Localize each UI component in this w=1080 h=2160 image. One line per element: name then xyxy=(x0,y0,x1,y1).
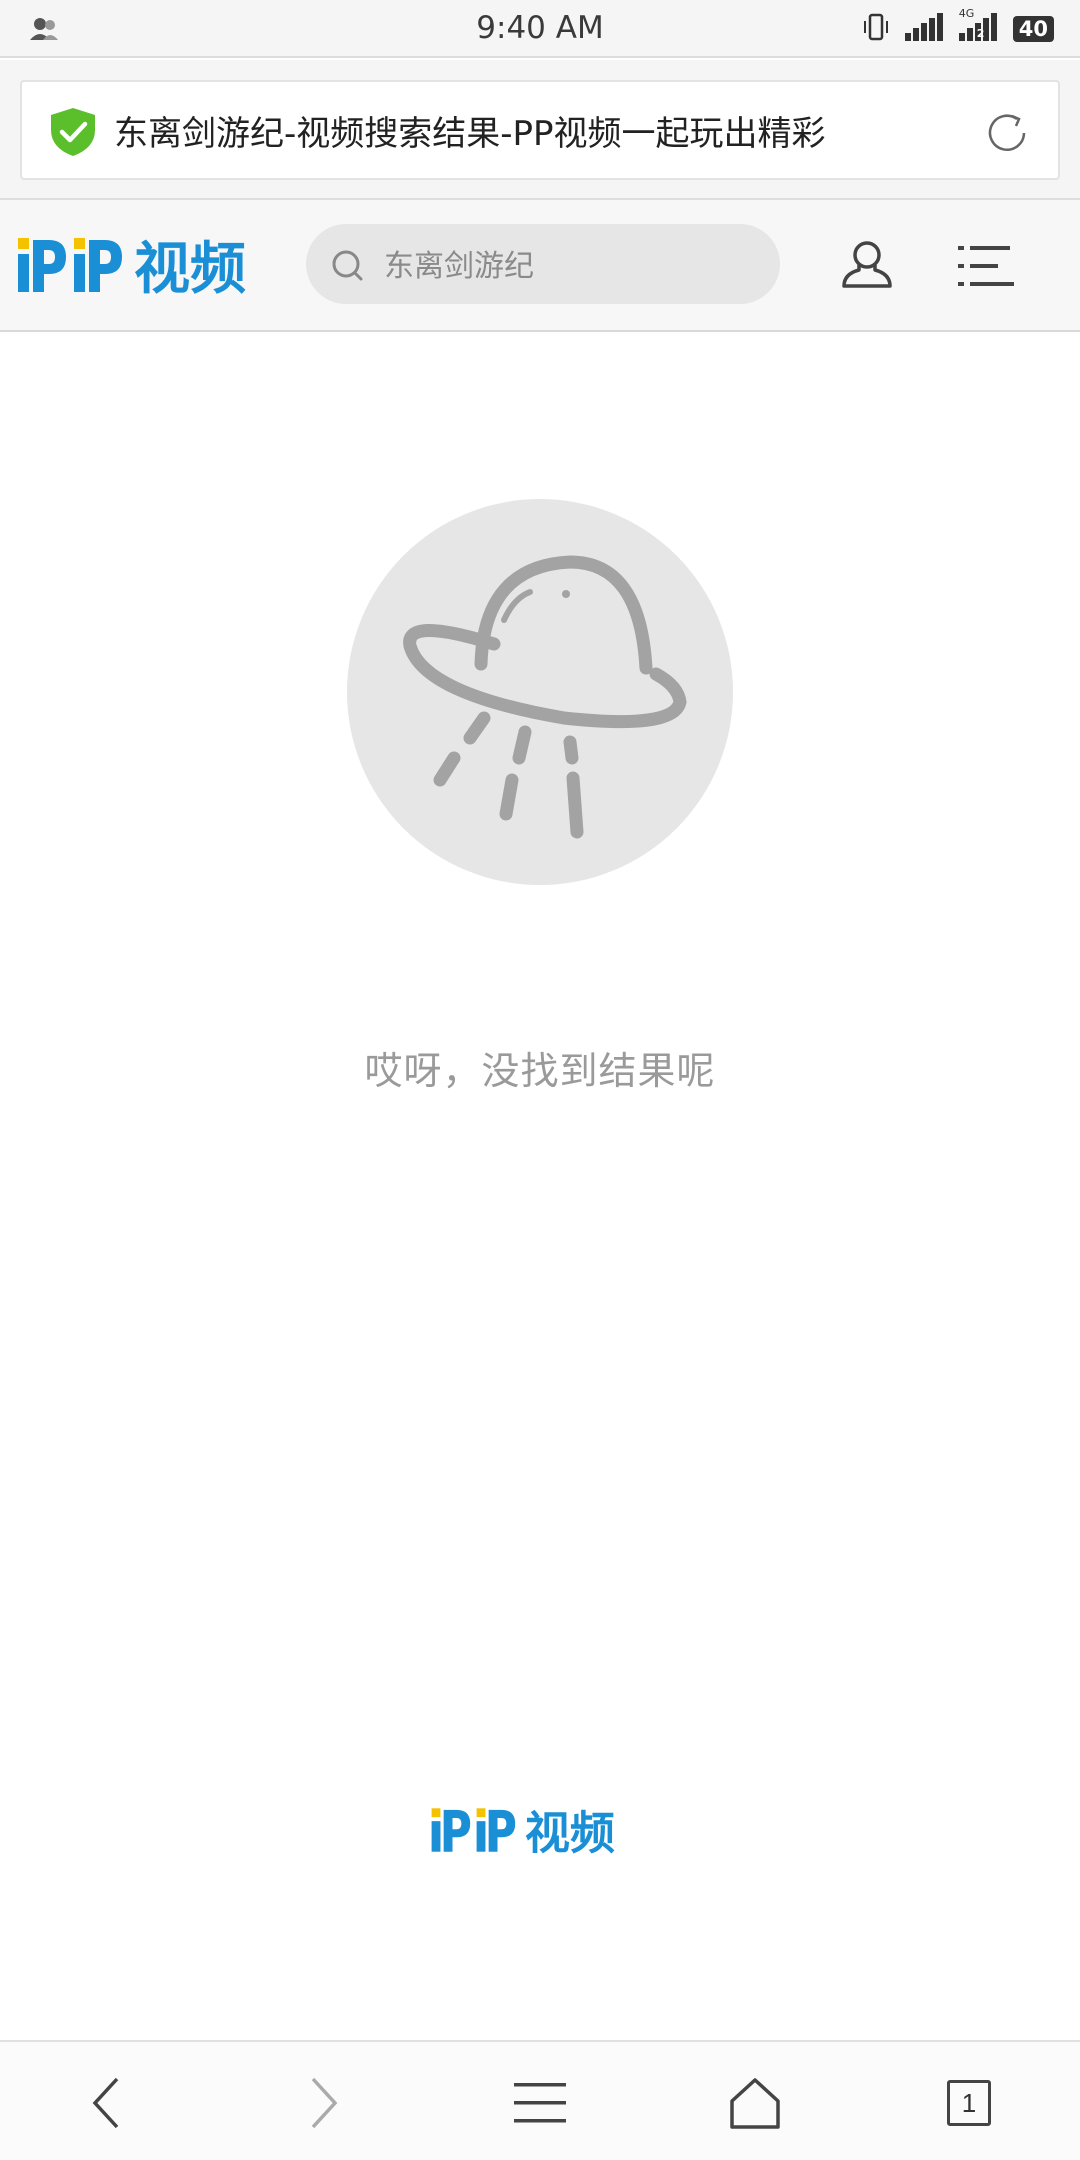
page-title[interactable]: 东离剑游纪-视频搜索结果-PP视频一起玩出精彩 xyxy=(114,106,826,155)
browser-address-bar: 东离剑游纪-视频搜索结果-PP视频一起玩出精彩 xyxy=(0,60,1080,198)
secure-shield-icon xyxy=(48,106,98,162)
battery-indicator: 40 xyxy=(1012,16,1054,42)
pp-video-logo[interactable]: 视频 xyxy=(16,230,296,304)
menu-button[interactable] xyxy=(505,2070,575,2140)
back-button[interactable] xyxy=(72,2070,142,2140)
status-indicators: 4G 2 40 xyxy=(861,7,1054,46)
search-query-text: 东离剑游纪 xyxy=(384,249,534,284)
empty-result-message: 哎呀，没找到结果呢 xyxy=(364,1049,716,1093)
sim-number-label: 2 xyxy=(976,27,985,40)
hamburger-icon xyxy=(514,2081,566,2129)
menu-list-icon[interactable] xyxy=(958,244,1018,294)
network-type-label: 4G xyxy=(958,7,975,20)
footer-logo: 视频 xyxy=(430,1800,655,1864)
chevron-left-icon xyxy=(87,2075,127,2135)
status-bar: 9:40 AM 4G 2 40 xyxy=(0,0,1080,58)
ufo-icon xyxy=(344,496,736,892)
tab-count-badge: 1 xyxy=(947,2080,991,2126)
home-icon xyxy=(729,2077,781,2133)
home-button[interactable] xyxy=(720,2070,790,2140)
vibrate-icon xyxy=(861,12,891,46)
chevron-right-icon xyxy=(303,2075,343,2135)
forward-button[interactable] xyxy=(288,2070,358,2140)
search-input[interactable]: 东离剑游纪 xyxy=(306,224,780,304)
user-profile-icon[interactable] xyxy=(838,236,896,298)
signal-icon-1 xyxy=(904,13,945,45)
browser-toolbar: 1 xyxy=(0,2040,1080,2160)
signal-icon-2: 4G 2 xyxy=(958,7,999,45)
logo-text: 视频 xyxy=(134,237,246,300)
reload-icon[interactable] xyxy=(982,108,1032,162)
footer-logo-text: 视频 xyxy=(525,1806,615,1859)
site-header: 视频 东离剑游纪 xyxy=(0,198,1080,332)
url-box[interactable]: 东离剑游纪-视频搜索结果-PP视频一起玩出精彩 xyxy=(20,80,1060,180)
tabs-button[interactable]: 1 xyxy=(937,2070,1007,2140)
search-icon xyxy=(328,246,368,290)
